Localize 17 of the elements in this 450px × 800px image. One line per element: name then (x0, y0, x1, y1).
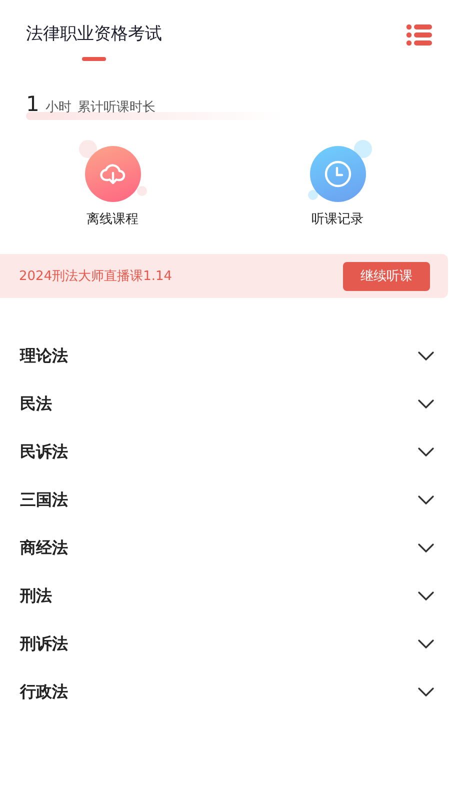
shortcut-button[interactable]: 听课记录 (304, 140, 372, 228)
menu-icon[interactable] (406, 24, 432, 46)
subject-item[interactable]: 理论法 (0, 332, 450, 380)
hours-unit: 小时 (45, 99, 72, 116)
shortcut-button[interactable]: 离线课程 (78, 140, 146, 228)
subject-item[interactable]: 行政法 (0, 668, 450, 716)
subject-item[interactable]: 刑法 (0, 572, 450, 620)
hours-label: 累计听课时长 (77, 99, 156, 116)
subject-item[interactable]: 商经法 (0, 524, 450, 572)
subject-item[interactable]: 三国法 (0, 476, 450, 524)
continue-button[interactable]: 继续听课 (343, 262, 430, 290)
subject-item[interactable]: 民诉法 (0, 428, 450, 476)
subject-item[interactable]: 刑诉法 (0, 620, 450, 668)
hours-value: 1 (26, 92, 40, 116)
subject-item[interactable]: 民法 (0, 380, 450, 428)
header-tab[interactable]: 法律职业资格考试 (26, 22, 162, 75)
last-course-title: 2024刑法大师直播课1.14 (19, 268, 172, 285)
